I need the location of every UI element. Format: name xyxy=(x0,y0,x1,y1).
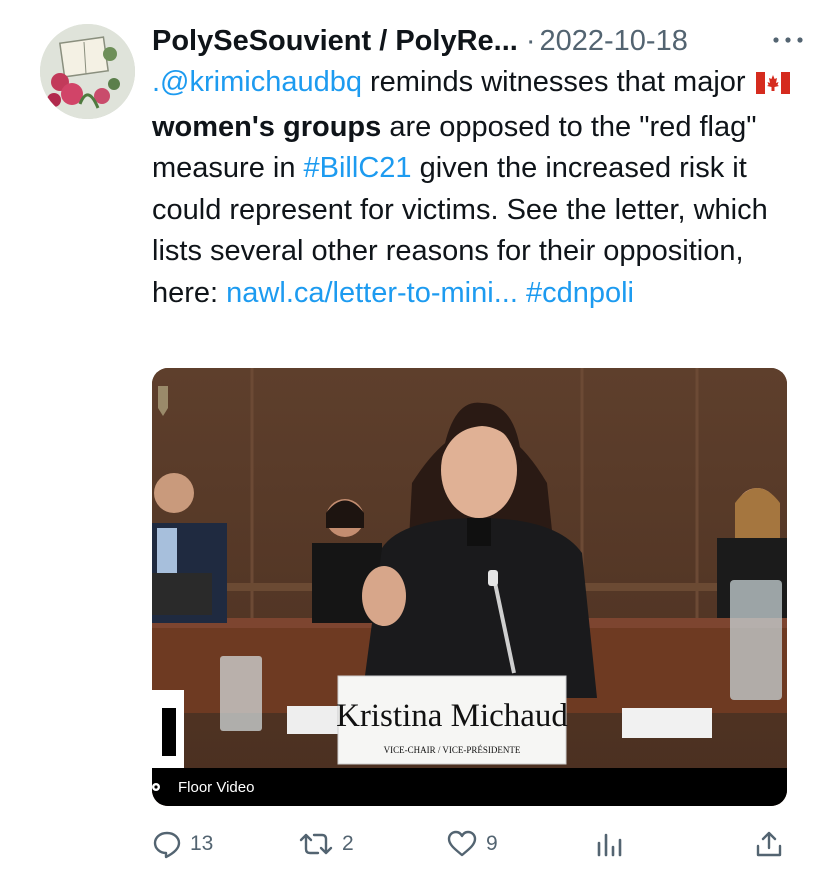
retweet-icon xyxy=(299,833,333,855)
reply-button[interactable]: 13 xyxy=(152,822,213,866)
tweet-date[interactable]: 2022-10-18 xyxy=(540,25,688,58)
retweet-button[interactable]: 2 xyxy=(298,822,354,866)
nameplate-title: VICE-CHAIR / VICE-PRÉSIDENTE xyxy=(384,745,521,755)
share-icon xyxy=(756,831,782,857)
video-frame: Kristina Michaud VICE-CHAIR / VICE-PRÉSI… xyxy=(152,368,787,806)
tweet-text-part: reminds witnesses that major xyxy=(361,66,754,98)
retweet-count: 2 xyxy=(342,832,354,855)
analytics-icon xyxy=(597,833,622,857)
heart-icon xyxy=(447,830,477,857)
like-count: 9 xyxy=(486,832,498,855)
mention-link[interactable]: .@krimichaudbq xyxy=(152,66,362,98)
avatar-image xyxy=(40,24,135,119)
author-name[interactable]: PolySeSouvient / PolyRe... xyxy=(152,25,518,58)
video-caption-bar: Floor Video xyxy=(152,768,787,806)
gear-icon xyxy=(152,783,160,791)
reply-count: 13 xyxy=(190,832,214,855)
reply-icon xyxy=(153,831,181,859)
video-caption: Floor Video xyxy=(178,778,255,796)
tweet-text-part xyxy=(518,277,526,309)
analytics-button[interactable] xyxy=(595,822,623,866)
nameplate-name: Kristina Michaud xyxy=(336,698,568,734)
avatar[interactable] xyxy=(40,24,135,119)
tweet-actions: 13 2 9 xyxy=(152,822,792,866)
url-link[interactable]: nawl.ca/​letter-to-mini... xyxy=(226,277,518,309)
separator-dot: · xyxy=(525,24,536,57)
hashtag-link[interactable]: #BillC21 xyxy=(304,152,412,184)
canada-flag-icon xyxy=(755,65,790,107)
like-button[interactable]: 9 xyxy=(446,822,498,866)
tweet-video[interactable]: Kristina Michaud VICE-CHAIR / VICE-PRÉSI… xyxy=(152,368,787,806)
tweet-header: PolySeSouvient / PolyRe... · 2022-10-18 xyxy=(152,22,808,60)
hashtag-link[interactable]: #cdnpoli xyxy=(526,277,634,309)
bold-phrase: women's groups xyxy=(152,110,382,143)
tweet-text: .@krimichaudbq reminds witnesses that ma… xyxy=(152,62,812,314)
share-button[interactable] xyxy=(754,822,784,866)
more-dots-icon xyxy=(773,37,803,43)
more-options-button[interactable] xyxy=(770,30,806,50)
